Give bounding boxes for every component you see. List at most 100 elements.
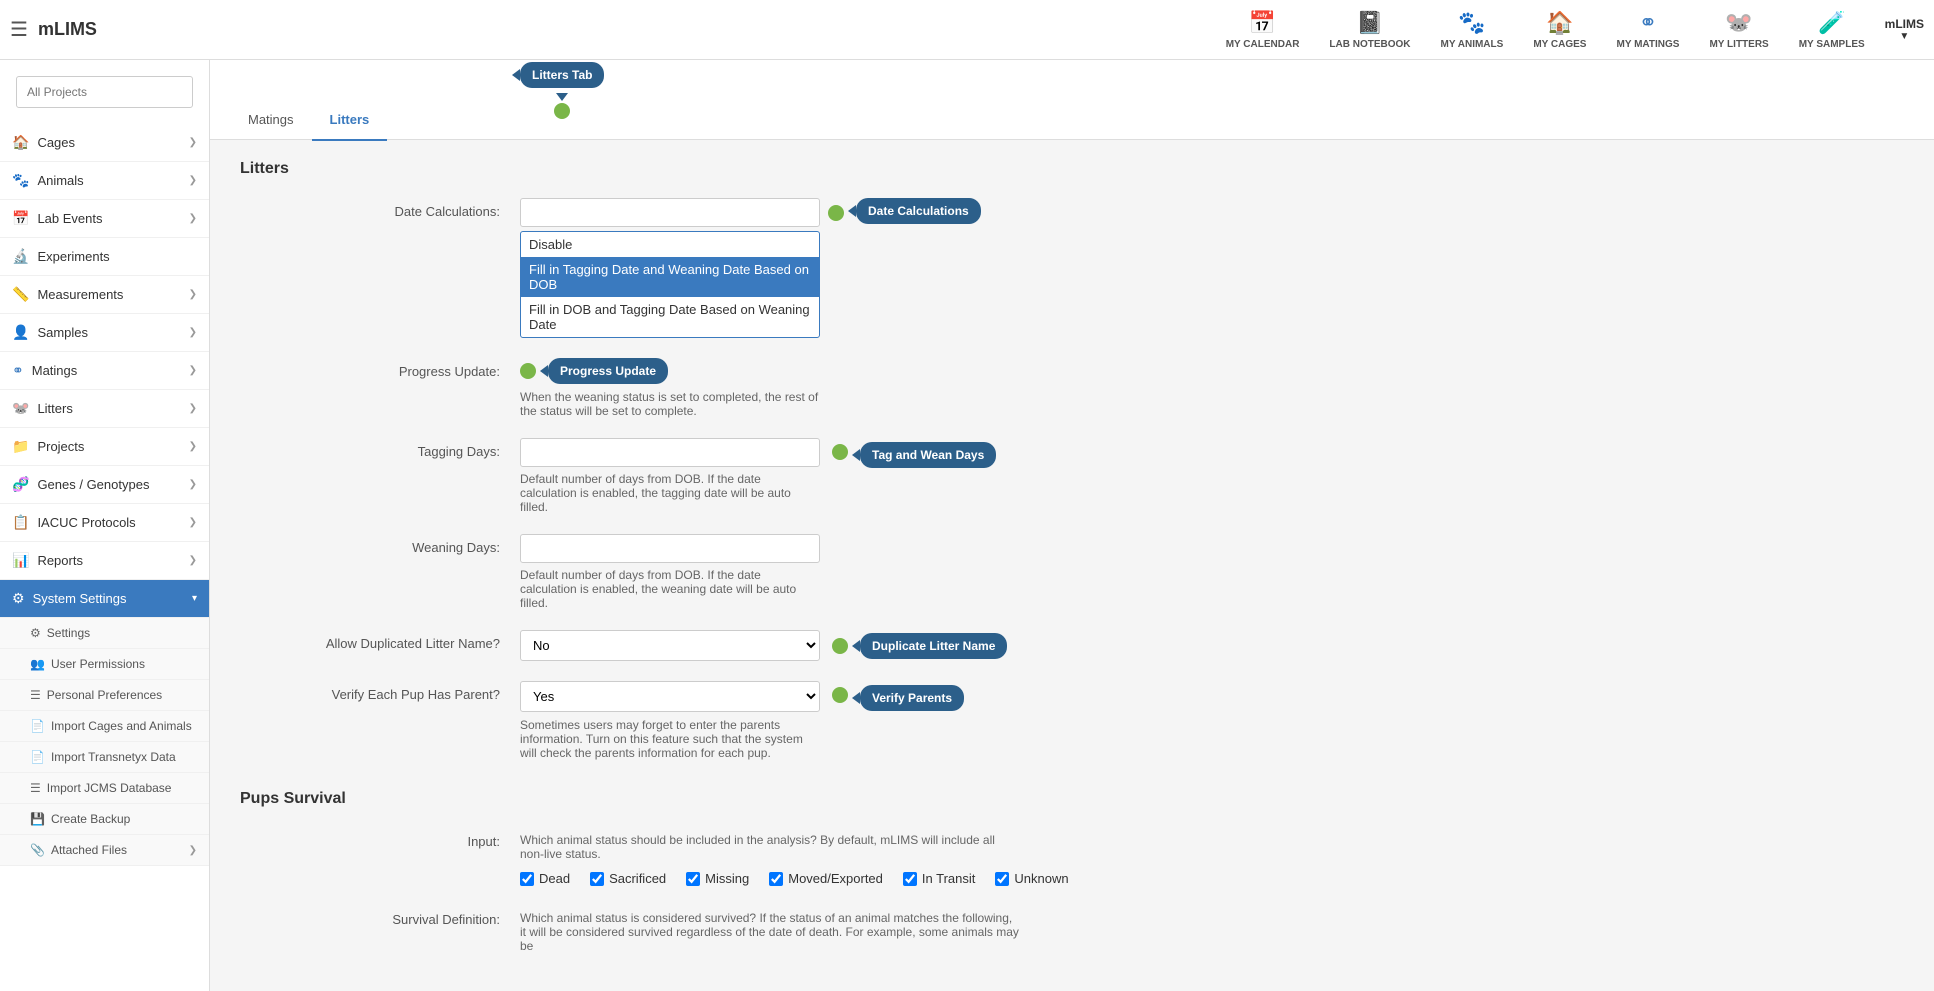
checkbox-dead-label: Dead [539, 871, 570, 886]
weaning-days-input[interactable]: 21 [520, 534, 820, 563]
checkbox-moved-label: Moved/Exported [788, 871, 883, 886]
verify-pup-control: Yes No Verify Parents Sometimes users ma… [520, 681, 1904, 760]
nav-my-matings[interactable]: ⚭ MY MATINGS [1616, 10, 1679, 50]
survival-def-label: Survival Definition: [240, 906, 520, 953]
checkbox-unknown-input[interactable] [995, 872, 1009, 886]
checkbox-moved-input[interactable] [769, 872, 783, 886]
matings-sidebar-icon: ⚭ [12, 362, 24, 379]
hamburger-button[interactable]: ☰ [10, 17, 28, 42]
nav-my-samples[interactable]: 🧪 MY SAMPLES [1799, 10, 1865, 50]
top-nav: ☰ mLIMS 📅 MY CALENDAR 📓 LAB NOTEBOOK 🐾 M… [0, 0, 1934, 60]
sub-item-attached-files[interactable]: 📎 Attached Files ❯ [0, 835, 209, 866]
sidebar-item-system-settings[interactable]: ⚙ System Settings ▾ [0, 580, 209, 618]
sidebar-item-measurements[interactable]: 📏 Measurements ❯ [0, 276, 209, 314]
nav-label-samples: MY SAMPLES [1799, 39, 1865, 50]
page-content: Litters Date Calculations: Fill in Taggi… [210, 140, 1934, 991]
checkbox-group: Dead Sacrificed Missing [520, 871, 1904, 886]
sub-item-import-transnetyx[interactable]: 📄 Import Transnetyx Data [0, 742, 209, 773]
date-calc-option-dob[interactable]: Fill in Tagging Date and Weaning Date Ba… [521, 257, 819, 297]
verify-pup-row: Verify Each Pup Has Parent? Yes No Verif… [240, 681, 1904, 760]
measurements-icon: 📏 [12, 286, 29, 303]
sidebar-item-lab-events[interactable]: 📅 Lab Events ❯ [0, 200, 209, 238]
nav-my-animals[interactable]: 🐾 MY ANIMALS [1441, 10, 1504, 50]
checkbox-unknown-label: Unknown [1014, 871, 1068, 886]
sidebar-item-genes[interactable]: 🧬 Genes / Genotypes ❯ [0, 466, 209, 504]
weaning-days-label: Weaning Days: [240, 534, 520, 610]
sidebar-item-cages[interactable]: 🏠 Cages ❯ [0, 124, 209, 162]
sidebar-item-samples[interactable]: 👤 Samples ❯ [0, 314, 209, 352]
verify-pup-select[interactable]: Yes No [520, 681, 820, 712]
chevron-right-icon: ❯ [189, 517, 197, 528]
calendar-icon: 📅 [1249, 10, 1276, 36]
sidebar-sub-menu: ⚙ Settings 👥 User Permissions ☰ Personal… [0, 618, 209, 866]
nav-my-calendar[interactable]: 📅 MY CALENDAR [1226, 10, 1300, 50]
sidebar-item-matings[interactable]: ⚭ Matings ❯ [0, 352, 209, 390]
sidebar-item-projects[interactable]: 📁 Projects ❯ [0, 428, 209, 466]
chevron-right-icon: ❯ [189, 555, 197, 566]
date-calc-label: Date Calculations: [240, 198, 520, 338]
experiments-icon: 🔬 [12, 248, 29, 265]
tab-matings[interactable]: Matings [230, 100, 312, 141]
checkbox-unknown[interactable]: Unknown [995, 871, 1068, 886]
personal-pref-icon: ☰ [30, 688, 41, 702]
nav-my-cages[interactable]: 🏠 MY CAGES [1533, 10, 1586, 50]
sidebar-item-litters[interactable]: 🐭 Litters ❯ [0, 390, 209, 428]
sub-item-user-permissions[interactable]: 👥 User Permissions [0, 649, 209, 680]
sub-item-personal-preferences[interactable]: ☰ Personal Preferences [0, 680, 209, 711]
checkbox-moved-exported[interactable]: Moved/Exported [769, 871, 883, 886]
sub-item-import-cages[interactable]: 📄 Import Cages and Animals [0, 711, 209, 742]
date-calc-row: Date Calculations: Fill in Tagging Date … [240, 198, 1904, 338]
chevron-right-icon: ❯ [189, 175, 197, 186]
main-area: 🏠 Cages ❯ 🐾 Animals ❯ 📅 Lab Events ❯ [0, 60, 1934, 991]
checkbox-dead[interactable]: Dead [520, 871, 570, 886]
sub-item-import-jcms[interactable]: ☰ Import JCMS Database [0, 773, 209, 804]
app-logo: mLIMS [38, 19, 97, 40]
date-calc-control: Fill in Tagging Date and Weaning Date Ba… [520, 198, 1904, 338]
dup-litter-row: Allow Duplicated Litter Name? No Yes Dup… [240, 630, 1904, 661]
sidebar-item-iacuc[interactable]: 📋 IACUC Protocols ❯ [0, 504, 209, 542]
checkbox-in-transit[interactable]: In Transit [903, 871, 975, 886]
genes-icon: 🧬 [12, 476, 29, 493]
checkbox-transit-input[interactable] [903, 872, 917, 886]
sub-label-personal-preferences: Personal Preferences [47, 688, 162, 702]
nav-label-animals: MY ANIMALS [1441, 39, 1504, 50]
chevron-right-icon: ❯ [189, 327, 197, 338]
tag-wean-dot [832, 444, 848, 460]
attached-files-arrow: ❯ [189, 845, 197, 856]
nav-my-litters[interactable]: 🐭 MY LITTERS [1709, 10, 1768, 50]
app-container: ☰ mLIMS 📅 MY CALENDAR 📓 LAB NOTEBOOK 🐾 M… [0, 0, 1934, 991]
sidebar-label-projects: Projects [37, 439, 84, 454]
checkbox-sacrificed[interactable]: Sacrificed [590, 871, 666, 886]
all-projects-input[interactable] [16, 76, 193, 108]
user-label: mLIMS [1885, 17, 1924, 31]
sidebar-item-experiments[interactable]: 🔬 Experiments [0, 238, 209, 276]
progress-update-hint: When the weaning status is set to comple… [520, 390, 820, 418]
nav-label-matings: MY MATINGS [1616, 39, 1679, 50]
sidebar-label-lab-events: Lab Events [37, 211, 102, 226]
date-calc-option-disable[interactable]: Disable [521, 232, 819, 257]
sidebar-item-animals[interactable]: 🐾 Animals ❯ [0, 162, 209, 200]
sub-item-create-backup[interactable]: 💾 Create Backup [0, 804, 209, 835]
sub-item-settings[interactable]: ⚙ Settings [0, 618, 209, 649]
dup-litter-select[interactable]: No Yes [520, 630, 820, 661]
sidebar-item-reports[interactable]: 📊 Reports ❯ [0, 542, 209, 580]
sidebar: 🏠 Cages ❯ 🐾 Animals ❯ 📅 Lab Events ❯ [0, 60, 210, 991]
projects-icon: 📁 [12, 438, 29, 455]
tab-litters[interactable]: Litters [312, 100, 388, 141]
sidebar-label-reports: Reports [37, 553, 83, 568]
chevron-right-icon: ❯ [189, 137, 197, 148]
verify-pup-label: Verify Each Pup Has Parent? [240, 681, 520, 760]
checkbox-sacrificed-input[interactable] [590, 872, 604, 886]
checkbox-missing-input[interactable] [686, 872, 700, 886]
tooltip-arrow [556, 93, 568, 101]
chevron-right-icon: ❯ [189, 403, 197, 414]
tagging-days-input[interactable]: 21 [520, 438, 820, 467]
checkbox-dead-input[interactable] [520, 872, 534, 886]
nav-lab-notebook[interactable]: 📓 LAB NOTEBOOK [1329, 10, 1410, 50]
date-calc-input[interactable]: Fill in Tagging Date and Weaning Date Ba… [520, 198, 820, 227]
date-calc-option-weaning[interactable]: Fill in DOB and Tagging Date Based on We… [521, 297, 819, 337]
notebook-icon: 📓 [1356, 10, 1383, 36]
checkbox-missing[interactable]: Missing [686, 871, 749, 886]
sidebar-label-samples: Samples [37, 325, 88, 340]
nav-user[interactable]: mLIMS ▼ [1885, 17, 1924, 42]
